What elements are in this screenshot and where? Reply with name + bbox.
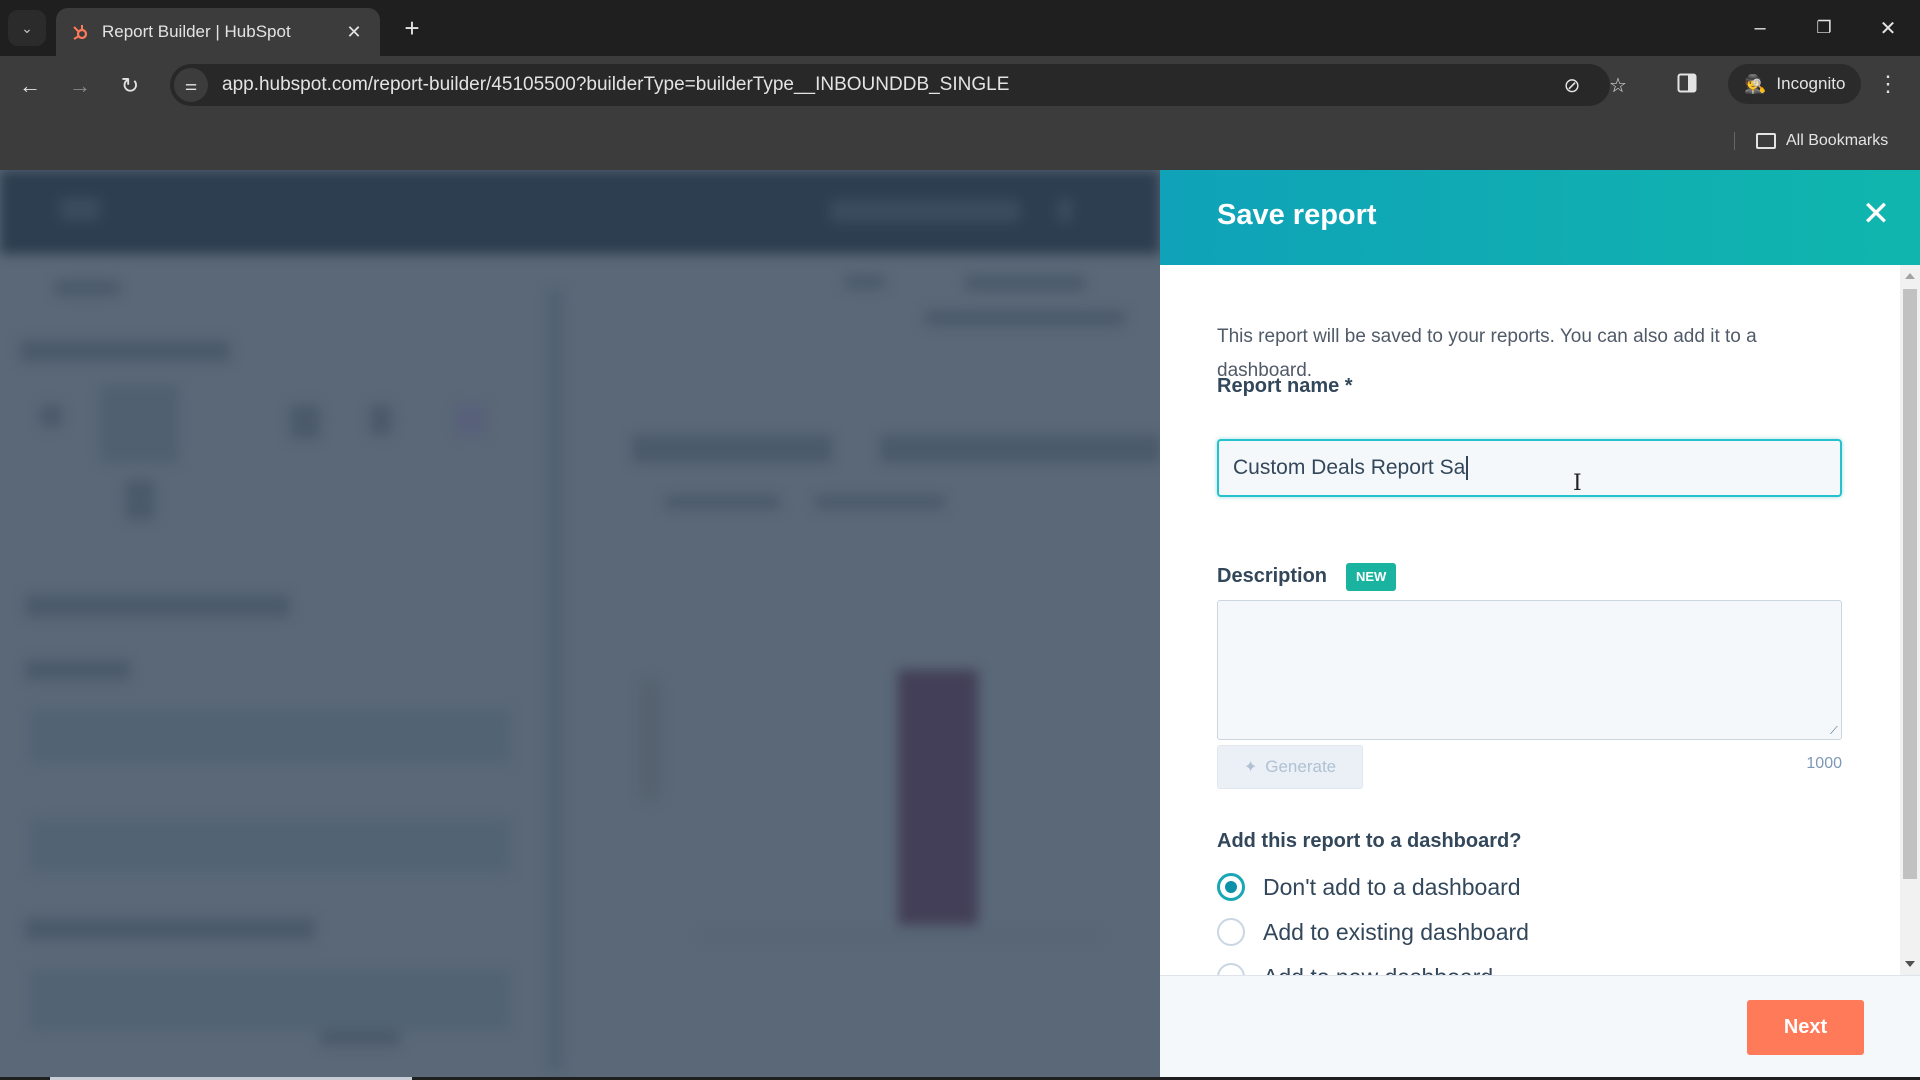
forward-icon[interactable]: → [62,68,98,104]
generate-button-visible[interactable]: ✦ Generate [1217,745,1363,789]
browser-toolbar: ← → ↻ ⚌ app.hubspot.com/report-builder/4… [0,56,1920,114]
hubspot-favicon-icon [70,22,90,42]
bookmark-star-icon[interactable]: ☆ [1603,70,1633,100]
all-bookmarks-button[interactable]: All Bookmarks [1756,126,1888,156]
dashboard-question: Add this report to a dashboard? [1217,830,1522,852]
incognito-icon: 🕵 [1744,73,1767,94]
panel-scroll-region: ✦ Generate Add this report to a dashboar… [1160,265,1900,975]
radio-option-existing-dashboard[interactable]: Add to existing dashboard [1217,914,1529,950]
blurred-content [0,170,1160,1077]
close-icon[interactable]: ✕ [1858,196,1894,232]
browser-tabstrip: ⌄ Report Builder | HubSpot ✕ + – ❐ ✕ [0,0,1920,56]
tab-title: Report Builder | HubSpot [102,22,291,41]
radio-button[interactable] [1217,918,1245,946]
bookmarks-divider [1734,132,1735,150]
tab-search-chevron-icon[interactable]: ⌄ [8,10,46,46]
radio-label: Add to new dashboard [1263,964,1493,976]
eye-off-icon[interactable]: ⊘ [1557,70,1587,100]
browser-tab-active[interactable]: Report Builder | HubSpot ✕ [56,8,380,56]
site-info-icon[interactable]: ⚌ [174,68,208,102]
reload-icon[interactable]: ↻ [112,68,148,104]
radio-button[interactable] [1217,963,1245,975]
side-panel-icon[interactable] [1672,68,1702,98]
bookmarks-bar: All Bookmarks [0,114,1920,170]
restore-icon[interactable]: ❐ [1804,10,1844,46]
address-bar[interactable]: ⚌ app.hubspot.com/report-builder/4510550… [170,64,1627,106]
folder-icon [1756,133,1776,149]
incognito-label: Incognito [1776,74,1846,93]
sparkle-icon: ✦ [1243,759,1258,776]
radio-option-dont-add[interactable]: Don't add to a dashboard [1217,869,1521,905]
url-text[interactable]: app.hubspot.com/report-builder/45105500?… [222,74,1009,96]
radio-button-selected[interactable] [1217,873,1245,901]
panel-header: Save report ✕ [1160,170,1920,265]
incognito-indicator[interactable]: 🕵 Incognito [1728,64,1862,104]
tab-close-icon[interactable]: ✕ [342,22,366,43]
browser-menu-icon[interactable]: ⋮ [1876,68,1900,100]
panel-title: Save report [1217,199,1377,231]
all-bookmarks-label: All Bookmarks [1786,132,1889,149]
generate-label: Generate [1265,757,1337,776]
back-icon[interactable]: ← [12,68,48,104]
minimize-icon[interactable]: – [1740,10,1780,46]
new-tab-button[interactable]: + [396,12,428,44]
radio-label: Add to existing dashboard [1263,918,1529,945]
radio-option-new-dashboard[interactable]: Add to new dashboard [1217,959,1493,975]
radio-label: Don't add to a dashboard [1263,873,1521,900]
bg-top-nav [0,170,1160,254]
report-builder-background-overlay[interactable] [0,170,1160,1077]
window-close-icon[interactable]: ✕ [1868,10,1908,46]
